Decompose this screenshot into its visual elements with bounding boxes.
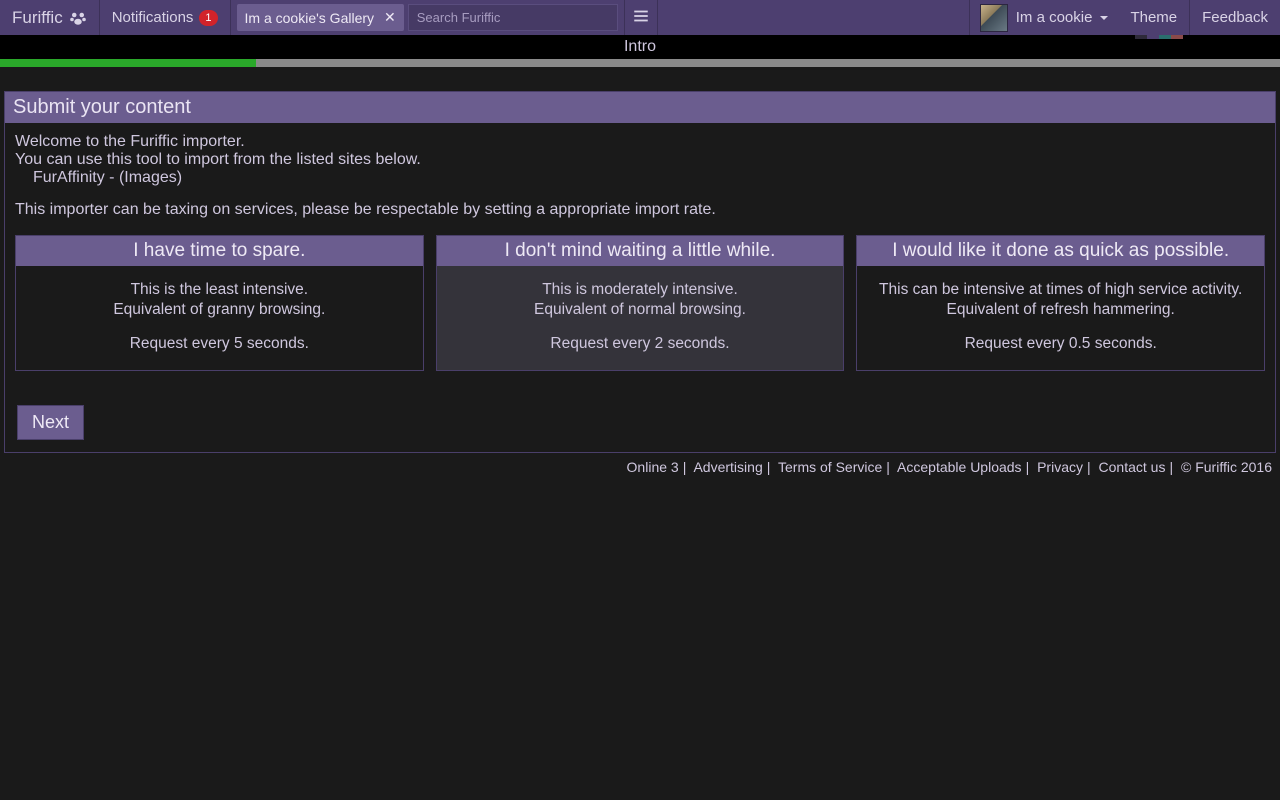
rate-option-desc: Request every 0.5 seconds. (867, 334, 1254, 354)
next-button[interactable]: Next (17, 405, 84, 440)
brand-label: Furiffic (12, 8, 63, 28)
rate-option-desc: Equivalent of granny browsing. (26, 300, 413, 320)
rate-option-title: I don't mind waiting a little while. (437, 236, 844, 266)
intro-line-2: You can use this tool to import from the… (15, 151, 1265, 169)
search-input[interactable] (408, 4, 618, 31)
rate-option-desc: Request every 2 seconds. (447, 334, 834, 354)
footer-copyright: © Furiffic 2016 (1181, 459, 1272, 475)
footer-contact[interactable]: Contact us (1099, 459, 1166, 475)
rate-options: I have time to spare. This is the least … (15, 235, 1265, 371)
notifications-label: Notifications (112, 9, 194, 26)
feedback-label: Feedback (1202, 9, 1268, 26)
intro-line-1: Welcome to the Furiffic importer. (15, 133, 1265, 151)
paw-icon (69, 9, 87, 27)
rate-option-desc: Equivalent of refresh hammering. (867, 300, 1254, 320)
rate-option-title: I would like it done as quick as possibl… (857, 236, 1264, 266)
main-panel: Submit your content Welcome to the Furif… (4, 91, 1276, 453)
user-menu[interactable]: Im a cookie (969, 0, 1119, 35)
top-navbar: Furiffic Notifications 1 Im a cookie's G… (0, 0, 1280, 35)
progress-fill (0, 59, 256, 67)
footer-privacy[interactable]: Privacy (1037, 459, 1083, 475)
rate-option-desc: This can be intensive at times of high s… (867, 280, 1254, 300)
brand-link[interactable]: Furiffic (0, 0, 100, 35)
notifications-link[interactable]: Notifications 1 (100, 0, 231, 35)
close-icon[interactable]: ✕ (380, 9, 400, 26)
rate-option-slow[interactable]: I have time to spare. This is the least … (15, 235, 424, 371)
rate-option-title: I have time to spare. (16, 236, 423, 266)
theme-label: Theme (1130, 9, 1177, 26)
rate-option-medium[interactable]: I don't mind waiting a little while. Thi… (436, 235, 845, 371)
progress-bar (0, 59, 1280, 67)
search-wrap (404, 0, 624, 35)
open-tab[interactable]: Im a cookie's Gallery ✕ (237, 4, 404, 31)
footer-online[interactable]: Online 3 (627, 459, 679, 475)
theme-swatches (1135, 35, 1183, 39)
import-site-1: FurAffinity - (Images) (15, 169, 1265, 187)
stage-label: Intro (0, 35, 1280, 59)
footer-uploads[interactable]: Acceptable Uploads (897, 459, 1022, 475)
rate-option-desc: Request every 5 seconds. (26, 334, 413, 354)
footer-advertising[interactable]: Advertising (693, 459, 762, 475)
menu-button[interactable] (624, 0, 658, 35)
panel-title: Submit your content (5, 92, 1275, 123)
rate-option-fast[interactable]: I would like it done as quick as possibl… (856, 235, 1265, 371)
theme-link[interactable]: Theme (1118, 0, 1190, 35)
chevron-down-icon (1100, 16, 1108, 24)
rate-option-desc: This is the least intensive. (26, 280, 413, 300)
open-tab-label: Im a cookie's Gallery (245, 10, 375, 26)
username-label: Im a cookie (1016, 9, 1093, 26)
feedback-link[interactable]: Feedback (1190, 0, 1280, 35)
hamburger-icon (632, 7, 650, 29)
footer-tos[interactable]: Terms of Service (778, 459, 882, 475)
rate-option-desc: This is moderately intensive. (447, 280, 834, 300)
rate-option-desc: Equivalent of normal browsing. (447, 300, 834, 320)
notifications-badge: 1 (199, 10, 217, 26)
avatar (980, 4, 1008, 32)
footer: Online 3| Advertising| Terms of Service|… (0, 453, 1280, 475)
intro-line-3: This importer can be taxing on services,… (15, 201, 1265, 219)
